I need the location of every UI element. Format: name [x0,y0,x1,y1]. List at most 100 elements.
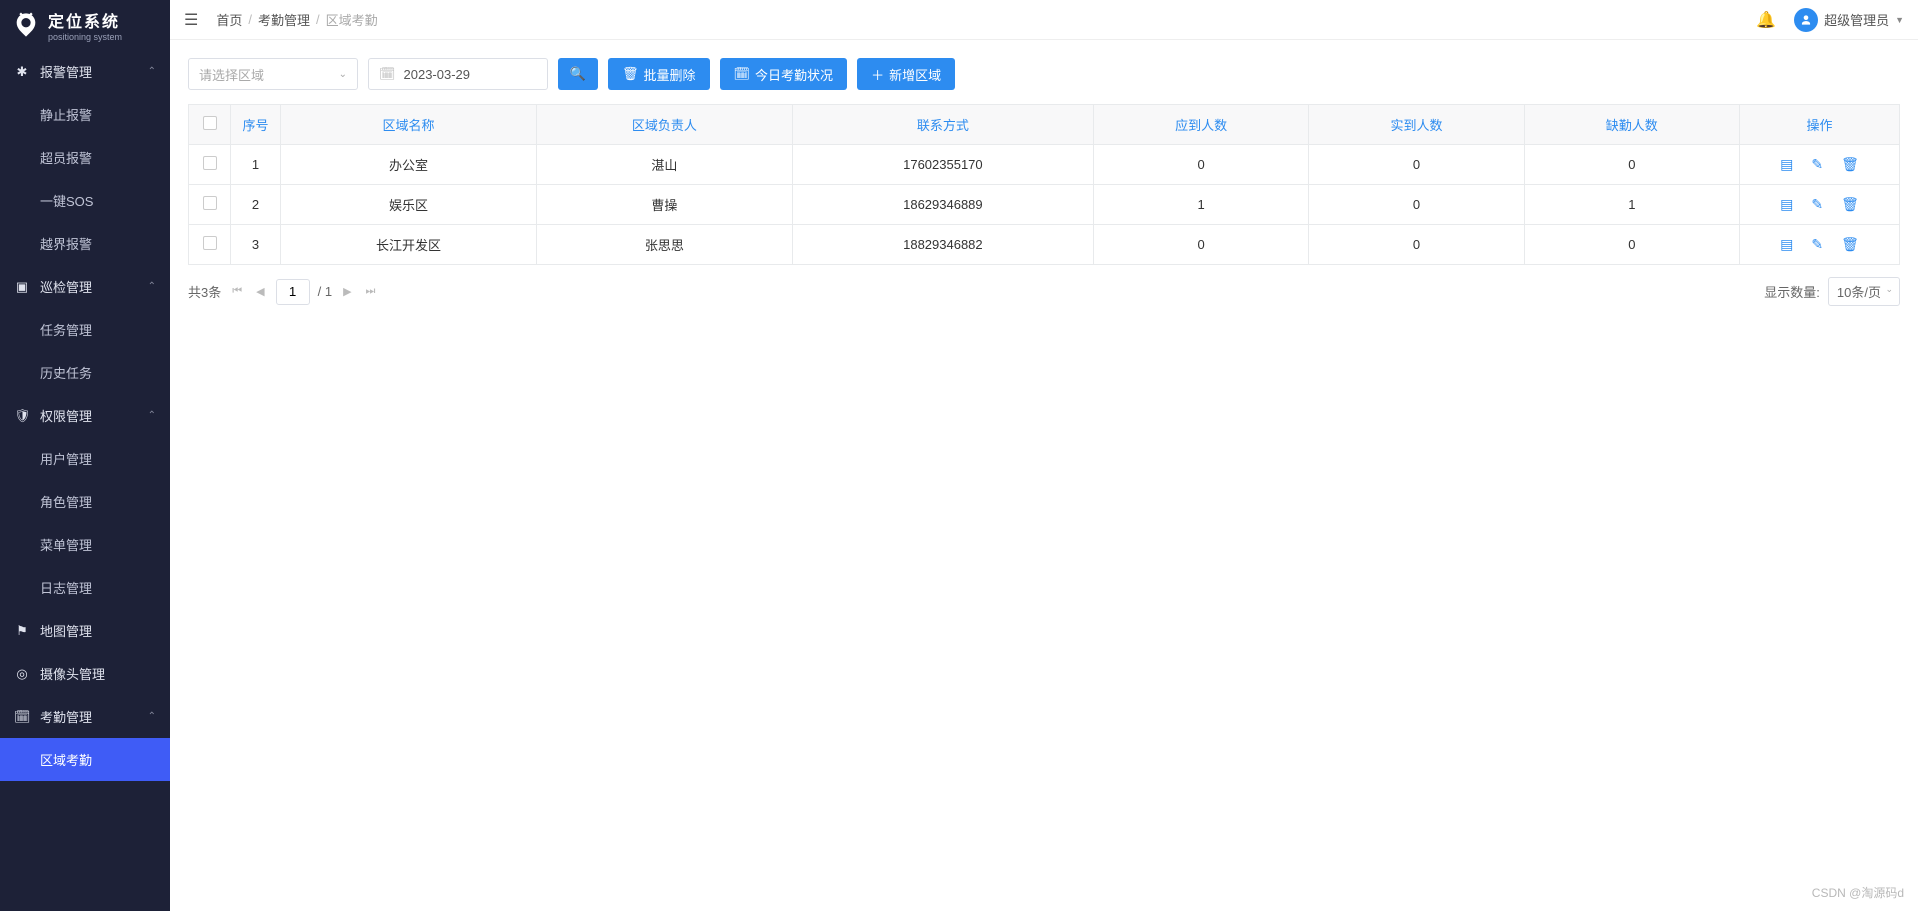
delete-icon[interactable]: 🗑 [1841,236,1859,253]
region-select[interactable]: 请选择区域 ⌄ [188,58,358,90]
nav-group-icon: ▣ [14,279,30,295]
nav-sub-item[interactable]: 区域考勤 [0,738,170,781]
date-picker[interactable]: 🗓 2023-03-29 [368,58,548,90]
chevron-icon: ⌃ [148,281,156,292]
content: 请选择区域 ⌄ 🗓 2023-03-29 🔍 🗑 批量删除 🗓 今日考勤状况 [170,40,1918,911]
nav-sub-item[interactable]: 静止报警 [0,93,170,136]
user-menu[interactable]: 超级管理员 ▼ [1794,8,1904,32]
cell-absent: 0 [1524,145,1739,185]
calendar-icon: 🗓 [734,66,751,82]
view-icon[interactable]: ▤ [1780,156,1793,173]
add-region-button[interactable]: ＋ 新增区域 [857,58,955,90]
nav-sub-item[interactable]: 角色管理 [0,480,170,523]
delete-icon[interactable]: 🗑 [1841,196,1859,213]
logo: 定位系统 positioning system [0,0,170,50]
header-owner[interactable]: 区域负责人 [536,105,792,145]
region-placeholder: 请选择区域 [199,65,264,84]
breadcrumb-separator: / [316,12,320,27]
cell-index: 2 [231,185,281,225]
view-icon[interactable]: ▤ [1780,196,1793,213]
header-contact[interactable]: 联系方式 [792,105,1093,145]
calendar-icon: 🗓 [379,66,396,82]
last-page-button[interactable]: ⏭ [363,285,379,298]
cell-index: 3 [231,225,281,265]
cell-owner: 湛山 [536,145,792,185]
nav: ✱报警管理⌃静止报警超员报警一键SOS越界报警 ▣ 巡检管理 ⌃ 任务管理历史任务🛡权限… [0,50,170,781]
watermark: CSDN @淘源码d [1812,884,1904,901]
nav-group-icon: ◎ [14,666,30,682]
nav-group-head[interactable]: ⚑地图管理 [0,609,170,652]
nav-sub-item[interactable]: 历史任务 [0,351,170,394]
batch-delete-button[interactable]: 🗑 批量删除 [608,58,710,90]
page-size-value: 10条/页 [1837,285,1881,300]
cell-actions: ▤ ✎ 🗑 [1740,145,1900,185]
nav-group-head[interactable]: ✱报警管理⌃ [0,50,170,93]
row-checkbox[interactable] [203,196,217,210]
chevron-icon: ⌃ [148,711,156,722]
batch-delete-label: 批量删除 [644,65,696,84]
cell-absent: 1 [1524,185,1739,225]
nav-group-head[interactable]: 🛡权限管理⌃ [0,394,170,437]
pagination: 共3条 ⏮ ◀ / 1 ▶ ⏭ 显示数量: 10条/页 ⌄ [188,277,1900,306]
nav-sub-item[interactable]: 菜单管理 [0,523,170,566]
logo-title: 定位系统 [48,8,122,32]
row-checkbox[interactable] [203,236,217,250]
table-row: 1 办公室 湛山 17602355170 0 0 0 ▤ ✎ 🗑 [189,145,1900,185]
nav-sub-item[interactable]: 用户管理 [0,437,170,480]
page-size-select[interactable]: 10条/页 ⌄ [1828,277,1900,306]
breadcrumb-item[interactable]: 首页 [216,10,242,29]
chevron-down-icon: ⌄ [339,69,347,80]
cell-region-name: 办公室 [281,145,537,185]
sidebar-toggle-icon[interactable]: ☰ [184,10,198,30]
nav-group-label: 权限管理 [40,406,92,425]
header-absent[interactable]: 缺勤人数 [1524,105,1739,145]
edit-icon[interactable]: ✎ [1811,196,1823,213]
delete-icon[interactable]: 🗑 [1841,156,1859,173]
header-expected[interactable]: 应到人数 [1093,105,1308,145]
select-all-checkbox[interactable] [203,116,217,130]
nav-group-head[interactable]: ▣ 巡检管理 ⌃ [0,265,170,308]
nav-sub-item[interactable]: 任务管理 [0,308,170,351]
nav-group-head[interactable]: 🗓考勤管理⌃ [0,695,170,738]
caret-down-icon: ▼ [1895,15,1904,25]
data-table: 序号 区域名称 区域负责人 联系方式 应到人数 实到人数 缺勤人数 操作 1 办… [188,104,1900,265]
nav-group-head[interactable]: ◎摄像头管理 [0,652,170,695]
nav-sub-item[interactable]: 越界报警 [0,222,170,265]
edit-icon[interactable]: ✎ [1811,156,1823,173]
cell-owner: 曹操 [536,185,792,225]
cell-actions: ▤ ✎ 🗑 [1740,225,1900,265]
nav-group-icon: ✱ [14,64,30,80]
cell-expected: 0 [1093,145,1308,185]
table-row: 2 娱乐区 曹操 18629346889 1 0 1 ▤ ✎ 🗑 [189,185,1900,225]
header-actual[interactable]: 实到人数 [1309,105,1524,145]
nav-sub-item[interactable]: 一键SOS [0,179,170,222]
row-checkbox[interactable] [203,156,217,170]
view-icon[interactable]: ▤ [1780,236,1793,253]
chevron-down-icon: ⌄ [1885,284,1893,295]
prev-page-button[interactable]: ◀ [253,285,267,298]
nav-sub-item[interactable]: 超员报警 [0,136,170,179]
table-row: 3 长江开发区 张思思 18829346882 0 0 0 ▤ ✎ 🗑 [189,225,1900,265]
search-icon: 🔍 [570,66,586,82]
header-region-name[interactable]: 区域名称 [281,105,537,145]
search-button[interactable]: 🔍 [558,58,598,90]
nav-group-label: 巡检管理 [40,277,92,296]
next-page-button[interactable]: ▶ [340,285,354,298]
notification-bell-icon[interactable]: 🔔 [1756,10,1776,30]
today-status-button[interactable]: 🗓 今日考勤状况 [720,58,848,90]
header-index[interactable]: 序号 [231,105,281,145]
date-value: 2023-03-29 [404,67,471,82]
today-status-label: 今日考勤状况 [755,65,833,84]
cell-contact: 17602355170 [792,145,1093,185]
breadcrumb-item[interactable]: 考勤管理 [258,10,310,29]
nav-group-icon: 🗓 [14,709,30,725]
header-checkbox-cell [189,105,231,145]
trash-icon: 🗑 [622,66,639,82]
page-input[interactable] [276,279,310,305]
plus-icon: ＋ [871,65,884,84]
edit-icon[interactable]: ✎ [1811,236,1823,253]
nav-group-label: 地图管理 [40,621,92,640]
chevron-icon: ⌃ [148,66,156,77]
nav-sub-item[interactable]: 日志管理 [0,566,170,609]
first-page-button[interactable]: ⏮ [229,285,245,298]
